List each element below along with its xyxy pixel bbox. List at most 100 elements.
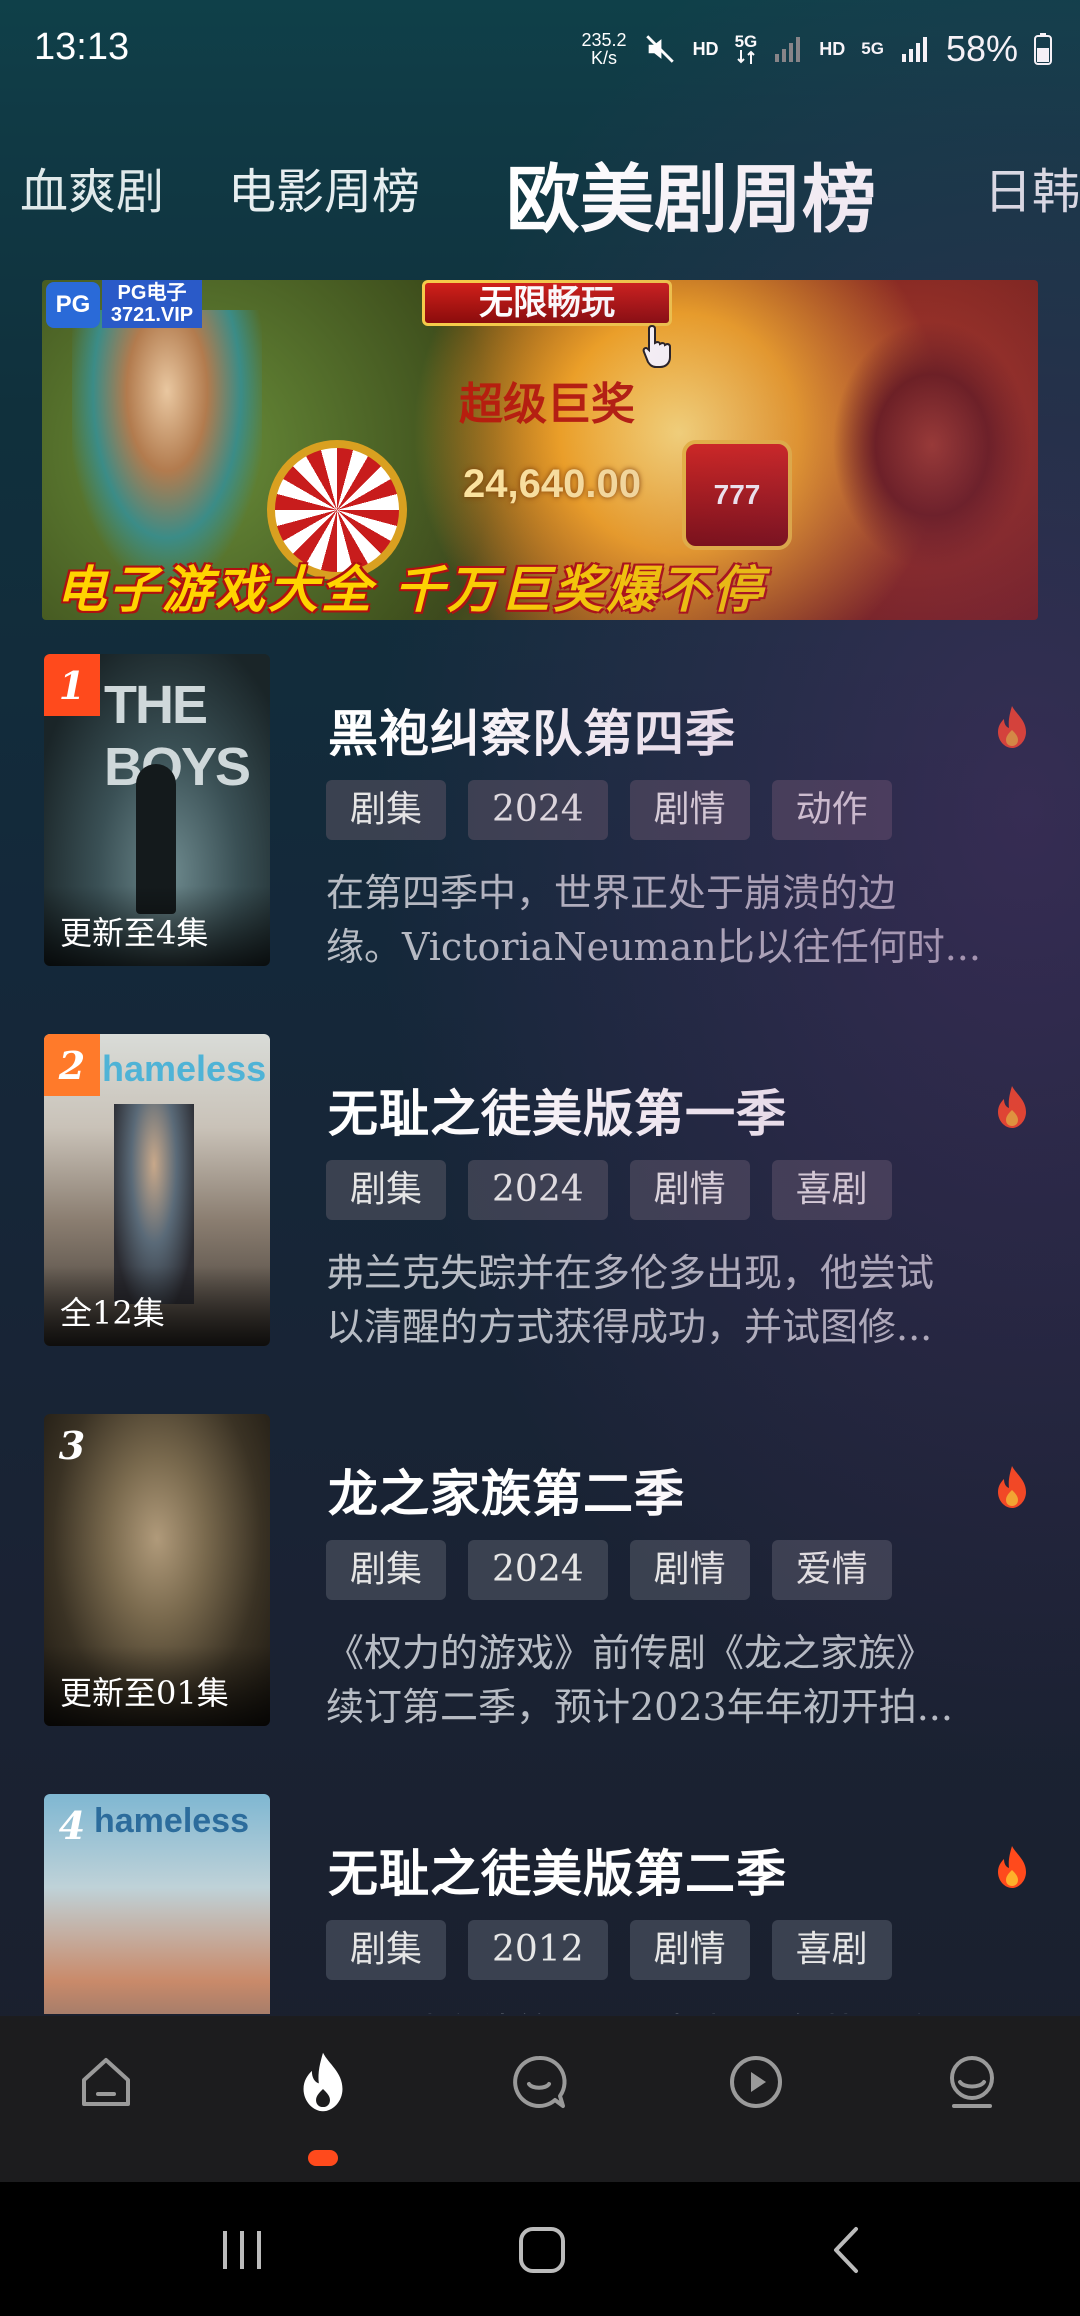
tag: 剧集 [326, 1920, 447, 1980]
episode-status: 全12集 [60, 1294, 165, 1332]
banner-amount: 24,640.00 [463, 462, 641, 506]
back-button[interactable] [806, 2212, 886, 2292]
tag-row: 剧集 2024 剧情 喜剧 [326, 1160, 892, 1220]
mute-icon [643, 32, 677, 66]
nav-home[interactable] [66, 2044, 146, 2124]
list-item[interactable]: THE BOYS 1 更新至4集 黑袍纠察队第四季 剧集 2024 剧情 动作 [0, 654, 1080, 974]
list-item[interactable]: 3 更新至01集 龙之家族第二季 剧集 2024 剧情 爱情 《权力的游戏》前传… [0, 1414, 1080, 1734]
flame-icon [992, 704, 1032, 750]
banner-wheel-graphic [267, 440, 407, 580]
nav-play[interactable] [716, 2044, 796, 2124]
banner-slogan: 电子游戏大全 千万巨奖爆不停 [56, 560, 766, 619]
poster[interactable]: hameless 4 [44, 1794, 270, 2014]
tag: 2012 [468, 1920, 608, 1980]
list-item[interactable]: hameless 2 全12集 无耻之徒美版第一季 剧集 2024 剧情 喜剧 [0, 1034, 1080, 1354]
tab-3[interactable]: 日韩 [984, 152, 1080, 222]
banner-ad[interactable]: PG PG电子 3721.VIP 无限畅玩 超级巨奖 24,640.00 777… [42, 280, 1038, 620]
tag-row: 剧集 2024 剧情 动作 [326, 780, 892, 840]
banner-logo: PG [46, 282, 100, 328]
episode-status: 更新至01集 [60, 1674, 229, 1712]
home-square-icon [517, 2225, 567, 2279]
hd-label-2: HD [819, 38, 846, 59]
hot-icon [293, 2050, 353, 2118]
network-speed-value: 235.2 [581, 30, 627, 50]
banner-slot-machine: 777 [682, 440, 792, 550]
tag-row: 剧集 2012 剧情 喜剧 [326, 1920, 892, 1980]
network-speed: 235.2 K/s [582, 31, 627, 67]
status-icons: 235.2 K/s HD 5G HD 5G 58% [582, 24, 1052, 74]
tag: 爱情 [771, 1540, 892, 1600]
show-title[interactable]: 无耻之徒美版第二季 [328, 1834, 787, 1906]
poster-title-art: hameless [102, 1048, 267, 1089]
tab-0[interactable]: 血爽剧 [20, 152, 164, 222]
active-tab-indicator [308, 2150, 338, 2166]
category-tabs: 血爽剧 电影周榜 欧美剧周榜 日韩 [0, 130, 1080, 250]
banner-jackpot: 超级巨奖 [459, 379, 635, 430]
tag: 剧集 [326, 1540, 447, 1600]
tag-row: 剧集 2024 剧情 爱情 [326, 1540, 892, 1600]
nav-hot[interactable] [283, 2044, 363, 2124]
banner-character-art [72, 310, 262, 580]
rank-badge: 2 [44, 1034, 100, 1096]
tag: 剧情 [629, 1920, 750, 1980]
nav-chat[interactable] [499, 2044, 579, 2124]
poster[interactable]: THE BOYS 1 更新至4集 [44, 654, 270, 966]
system-nav-bar [0, 2182, 1080, 2316]
tag: 剧情 [629, 1540, 750, 1600]
rank-badge: 4 [58, 1802, 86, 1848]
profile-icon [942, 2052, 1002, 2116]
signal-icon-1 [773, 34, 803, 64]
flame-icon [992, 1844, 1032, 1890]
tag: 喜剧 [771, 1920, 892, 1980]
tag: 剧集 [326, 1160, 447, 1220]
poster[interactable]: 3 更新至01集 [44, 1414, 270, 1726]
app-screen: 13:13 235.2 K/s HD 5G HD 5G 58% 血爽剧 电影周榜… [0, 0, 1080, 2316]
tag: 2024 [468, 780, 608, 840]
show-description: 《权力的游戏》前传剧《龙之家族》 续订第二季，预计2023年年初开拍... [326, 1631, 953, 1729]
flame-icon [992, 1464, 1032, 1510]
rank-badge: 1 [44, 654, 100, 716]
recent-apps-icon [217, 2227, 267, 2277]
pointer-hand-icon [640, 322, 680, 372]
tab-1[interactable]: 电影周榜 [228, 152, 420, 222]
home-button[interactable] [502, 2212, 582, 2292]
show-title[interactable]: 龙之家族第二季 [328, 1454, 685, 1526]
show-description: 弗兰克失踪并在多伦多出现，他尝试 以清醒的方式获得成功，并试图修... [326, 1251, 935, 1349]
hd-label-1: HD [692, 38, 719, 59]
rank-badge: 3 [58, 1422, 86, 1468]
battery-icon [1034, 33, 1052, 65]
network-5g-icon-1: 5G [735, 33, 757, 64]
tag: 喜剧 [771, 1160, 892, 1220]
status-time: 13:13 [34, 26, 130, 68]
chat-icon [509, 2052, 569, 2116]
tag: 2024 [468, 1160, 608, 1220]
banner-brand: PG电子 3721.VIP [102, 280, 202, 328]
show-title[interactable]: 黑袍纠察队第四季 [328, 694, 736, 766]
show-title[interactable]: 无耻之徒美版第一季 [328, 1074, 787, 1146]
show-description: 《无耻之徒第二季》根据同名英剧改 [326, 2006, 1016, 2014]
episode-status: 更新至4集 [60, 914, 209, 952]
tag: 动作 [771, 780, 892, 840]
bottom-nav [0, 2016, 1080, 2182]
tab-2-active[interactable]: 欧美剧周榜 [506, 140, 876, 247]
banner-dragon-art [832, 320, 1032, 570]
tag: 剧情 [629, 1160, 750, 1220]
show-description: 在第四季中，世界正处于崩溃的边 缘。VictoriaNeuman比以往任何时..… [326, 871, 981, 969]
flame-icon [992, 1084, 1032, 1130]
network-speed-unit: K/s [591, 48, 618, 68]
home-icon [76, 2052, 136, 2116]
poster[interactable]: hameless 2 全12集 [44, 1034, 270, 1346]
tag: 2024 [468, 1540, 608, 1600]
poster-title-art: hameless [94, 1802, 249, 1840]
battery-level: 58% [945, 28, 1018, 69]
nav-profile[interactable] [932, 2044, 1012, 2124]
play-icon [726, 2052, 786, 2116]
banner-top-label: 无限畅玩 [422, 280, 672, 326]
poster-title-art: THE BOYS [104, 675, 251, 797]
recent-apps-button[interactable] [202, 2212, 282, 2292]
status-bar: 13:13 235.2 K/s HD 5G HD 5G 58% [0, 0, 1080, 100]
list-item[interactable]: hameless 4 无耻之徒美版第二季 剧集 2012 剧情 喜剧 《无耻之徒… [0, 1794, 1080, 2014]
signal-icon-2 [900, 34, 930, 64]
tag: 剧集 [326, 780, 447, 840]
tag: 剧情 [629, 780, 750, 840]
